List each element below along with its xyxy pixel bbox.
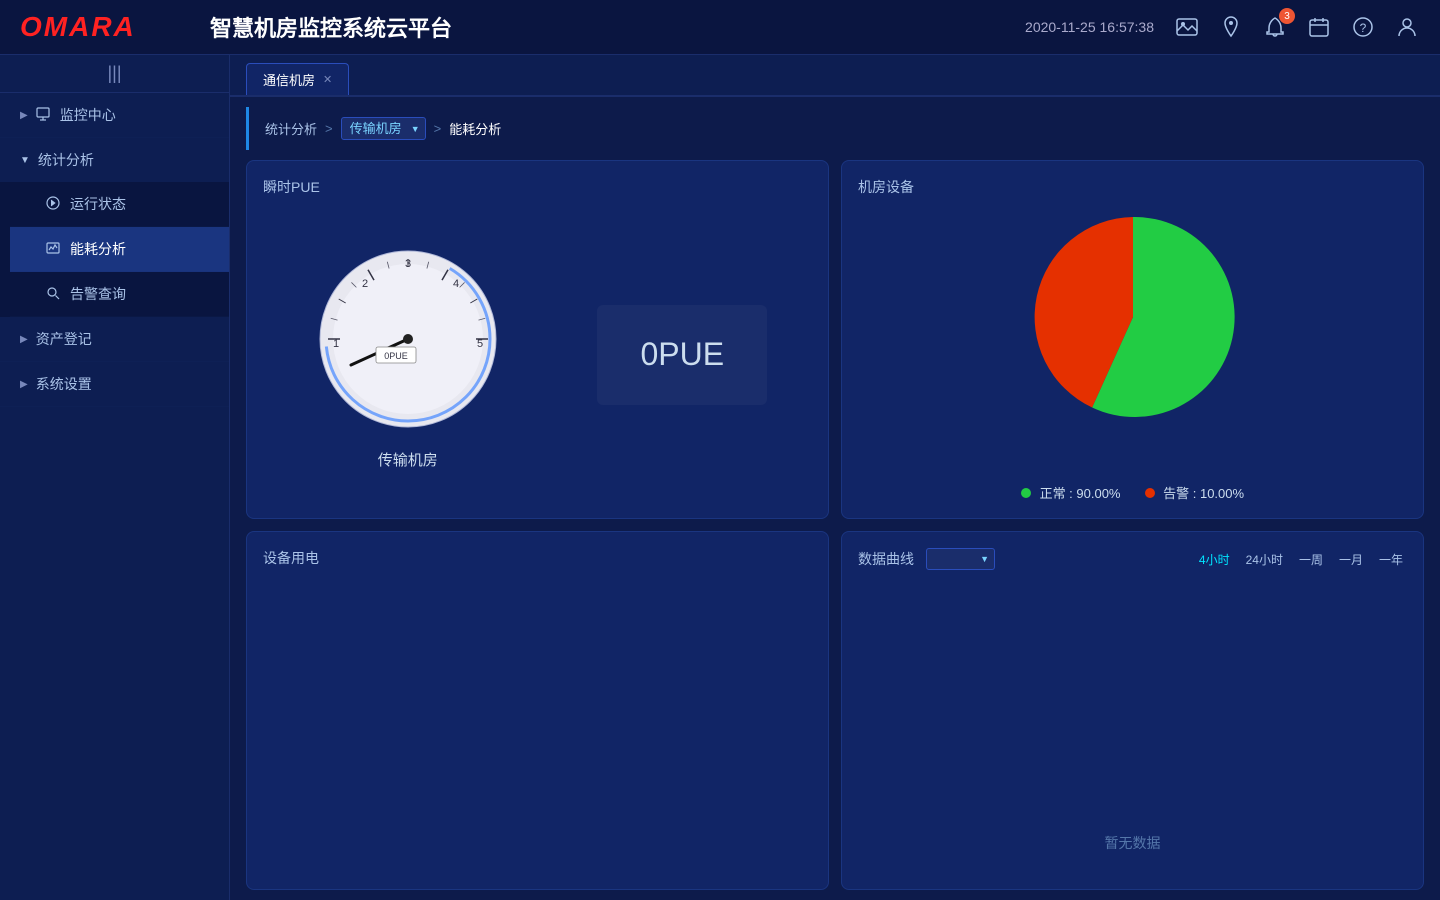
legend-alert: 告警 : 10.00% [1145, 483, 1245, 502]
pie-chart-svg [1023, 207, 1243, 427]
arrow-icon: ▶ [20, 379, 28, 390]
time-btn-month[interactable]: 一月 [1335, 549, 1367, 570]
elec-card: 设备用电 [246, 531, 829, 890]
image-icon[interactable] [1174, 14, 1200, 40]
gauge-container: 1 2 3 4 5 [308, 239, 508, 439]
breadcrumb-current: 能耗分析 [449, 119, 501, 138]
legend-dot-alert [1145, 488, 1155, 498]
pie-card: 机房设备 [841, 160, 1424, 519]
arrow-down-icon: ▼ [20, 155, 30, 166]
pie-inner: 正常 : 90.00% 告警 : 10.00% [858, 207, 1407, 502]
main-panel: 通信机房 ✕ 统计分析 > 传输机房 通信机房 数据机房 > 能耗分析 瞬时PU… [230, 55, 1440, 900]
legend-dot-normal [1021, 488, 1031, 498]
gauge-room-label: 传输机房 [378, 449, 438, 470]
breadcrumb: 统计分析 > 传输机房 通信机房 数据机房 > 能耗分析 [246, 107, 1424, 150]
calendar-icon[interactable] [1306, 14, 1332, 40]
breadcrumb-sep1: > [325, 121, 333, 136]
gauge-svg: 1 2 3 4 5 [308, 239, 508, 439]
sidebar-sub-stat: 运行状态 能耗分析 告警查询 [0, 182, 229, 317]
sidebar-item-monitor-center[interactable]: ▶ 监控中心 [0, 93, 229, 138]
header-datetime: 2020-11-25 16:57:38 [1025, 19, 1154, 35]
sidebar-label: 监控中心 [60, 105, 116, 125]
sidebar-label: 运行状态 [70, 194, 126, 214]
content-grid: 瞬时PUE [230, 150, 1440, 900]
pue-inner: 1 2 3 4 5 [263, 207, 812, 502]
sidebar-label: 告警查询 [70, 284, 126, 304]
pie-legend: 正常 : 90.00% 告警 : 10.00% [1021, 483, 1244, 502]
no-data-text: 暂无数据 [858, 570, 1407, 873]
data-card-title: 数据曲线 [858, 549, 914, 569]
time-btn-week[interactable]: 一周 [1295, 549, 1327, 570]
breadcrumb-select-wrap: 传输机房 通信机房 数据机房 [341, 117, 426, 140]
sidebar-label: 统计分析 [38, 150, 94, 170]
search-icon [46, 286, 60, 303]
header-icons: 3 ? [1174, 14, 1420, 40]
time-btn-4h[interactable]: 4小时 [1195, 549, 1234, 570]
header: OMARA 智慧机房监控系统云平台 2020-11-25 16:57:38 3 [0, 0, 1440, 55]
sidebar-label: 资产登记 [36, 329, 92, 349]
breadcrumb-sep2: > [434, 121, 442, 136]
user-icon[interactable] [1394, 14, 1420, 40]
svg-text:5: 5 [477, 338, 483, 350]
data-card-header: 数据曲线 PUE 用电量 功率 4小时 24小时 [858, 548, 1407, 570]
breadcrumb-select[interactable]: 传输机房 通信机房 数据机房 [341, 117, 426, 140]
sidebar-item-run-status[interactable]: 运行状态 [10, 182, 229, 227]
pue-value-box: 0PUE [597, 305, 767, 405]
legend-normal: 正常 : 90.00% [1021, 483, 1121, 502]
pie-card-title: 机房设备 [858, 177, 1407, 197]
pue-card-title: 瞬时PUE [263, 177, 812, 197]
svg-text:4: 4 [453, 278, 459, 290]
breadcrumb-root[interactable]: 统计分析 [265, 119, 317, 138]
sidebar-item-system-settings[interactable]: ▶ 系统设置 [0, 362, 229, 407]
header-right: 2020-11-25 16:57:38 3 ? [1025, 14, 1420, 40]
alert-icon[interactable]: 3 [1262, 14, 1288, 40]
sidebar-item-energy-analysis[interactable]: 能耗分析 [10, 227, 229, 272]
arrow-icon: ▶ [20, 334, 28, 345]
sidebar-label: 能耗分析 [70, 239, 126, 259]
tab-close-btn[interactable]: ✕ [323, 73, 332, 86]
tabs-bar: 通信机房 ✕ [230, 55, 1440, 97]
elec-card-title: 设备用电 [263, 548, 812, 568]
time-btn-year[interactable]: 一年 [1375, 549, 1407, 570]
monitor-icon [36, 107, 50, 124]
tab-comm-room[interactable]: 通信机房 ✕ [246, 63, 349, 95]
svg-text:?: ? [1360, 21, 1367, 35]
gauge-wrap: 1 2 3 4 5 [308, 239, 508, 470]
legend-alert-label: 告警 : 10.00% [1163, 486, 1244, 501]
tab-label: 通信机房 [263, 70, 315, 89]
data-time-buttons: 4小时 24小时 一周 一月 一年 [1195, 549, 1407, 570]
sidebar: ||| ▶ 监控中心 ▼ 统计分析 运行状态 [0, 55, 230, 900]
data-card: 数据曲线 PUE 用电量 功率 4小时 24小时 [841, 531, 1424, 890]
svg-text:2: 2 [362, 278, 368, 290]
sidebar-label: 系统设置 [36, 374, 92, 394]
svg-text:0PUE: 0PUE [384, 351, 408, 361]
time-btn-24h[interactable]: 24小时 [1242, 549, 1287, 570]
data-select[interactable]: PUE 用电量 功率 [926, 548, 995, 570]
sidebar-item-alert-query[interactable]: 告警查询 [10, 272, 229, 317]
data-select-wrap: PUE 用电量 功率 [926, 548, 995, 570]
arrow-icon: ▶ [20, 110, 28, 121]
logo-text: OMARA [20, 11, 136, 42]
sidebar-item-asset-register[interactable]: ▶ 资产登记 [0, 317, 229, 362]
help-icon[interactable]: ? [1350, 14, 1376, 40]
sidebar-collapse-btn[interactable]: ||| [0, 55, 229, 93]
sidebar-item-stat-analysis[interactable]: ▼ 统计分析 [0, 138, 229, 182]
location-icon[interactable] [1218, 14, 1244, 40]
logo: OMARA [20, 11, 200, 43]
main-layout: ||| ▶ 监控中心 ▼ 统计分析 运行状态 [0, 55, 1440, 900]
alert-badge: 3 [1279, 8, 1295, 24]
pue-card: 瞬时PUE [246, 160, 829, 519]
run-status-icon [46, 196, 60, 213]
header-title: 智慧机房监控系统云平台 [200, 11, 1025, 43]
svg-text:1: 1 [333, 338, 339, 350]
legend-normal-label: 正常 : 90.00% [1040, 486, 1121, 501]
energy-icon [46, 241, 60, 258]
